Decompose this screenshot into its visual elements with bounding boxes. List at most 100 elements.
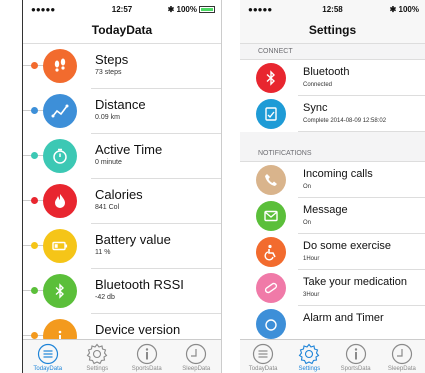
- stopwatch-icon: [43, 139, 77, 173]
- item-title: Bluetooth: [303, 66, 350, 78]
- divider: [298, 131, 425, 132]
- list-item[interactable]: Bluetooth RSSI -42 db: [23, 269, 221, 314]
- tab-label: TodayData: [248, 366, 278, 372]
- settings-item[interactable]: Message On: [240, 198, 425, 234]
- route-icon: [43, 94, 77, 128]
- list-item[interactable]: Distance 0.09 km: [23, 89, 221, 134]
- pill-icon: [256, 273, 286, 303]
- page-title: TodayData: [23, 20, 221, 44]
- tab-todaydata[interactable]: TodayData: [23, 340, 73, 373]
- item-title: Active Time: [95, 142, 163, 157]
- item-subtitle: On: [303, 184, 312, 190]
- item-title: Message: [303, 204, 348, 216]
- battery-text: ✱ 100%: [389, 5, 419, 14]
- item-subtitle: On: [303, 220, 312, 226]
- list-icon: [23, 343, 73, 365]
- today-data-screen: ●●●●● 12:57 ✱ 100% TodayData Steps 73 ste…: [22, 0, 222, 373]
- color-dot: [31, 332, 38, 339]
- item-subtitle: Complete 2014-08-09 12:58:02: [303, 118, 387, 124]
- page-title: Settings: [240, 20, 425, 44]
- list-item[interactable]: Battery value 11 %: [23, 224, 221, 269]
- tab-sleepdata[interactable]: SleepData: [379, 340, 425, 373]
- item-title: Incoming calls: [303, 168, 373, 180]
- tab-label: Settings: [298, 366, 321, 372]
- info-icon: [43, 319, 77, 339]
- alarm-icon: [256, 309, 286, 339]
- settings-item[interactable]: Sync Complete 2014-08-09 12:58:02: [240, 96, 425, 132]
- tab-todaydata[interactable]: TodayData: [240, 340, 286, 373]
- item-title: Device version: [95, 322, 181, 337]
- bluetooth-icon: [43, 274, 77, 308]
- list-item[interactable]: Device version: [23, 314, 221, 339]
- list-icon: [240, 343, 286, 365]
- footprints-icon: [43, 49, 77, 83]
- item-title: Distance: [95, 97, 146, 112]
- item-title: Take your medication: [303, 276, 407, 288]
- battery-indicator: ✱ 100%: [390, 5, 419, 14]
- item-title: Sync: [303, 102, 328, 114]
- exercise-icon: [256, 237, 286, 267]
- battery-text: ✱ 100%: [167, 5, 197, 14]
- color-dot: [31, 242, 38, 249]
- item-title: Steps: [95, 52, 129, 67]
- tab-label: TodayData: [33, 366, 63, 372]
- flame-icon: [43, 184, 77, 218]
- gear-icon: [73, 343, 123, 365]
- list-item[interactable]: Steps 73 steps: [23, 44, 221, 89]
- tab-settings[interactable]: Settings: [286, 340, 332, 373]
- color-dot: [31, 107, 38, 114]
- clock-icon: [379, 343, 425, 365]
- settings-item[interactable]: Do some exercise 1Hour: [240, 234, 425, 270]
- color-dot: [31, 62, 38, 69]
- battery-indicator: ✱ 100%: [168, 5, 215, 14]
- item-title: Do some exercise: [303, 240, 392, 252]
- item-subtitle: 3Hour: [303, 292, 320, 298]
- color-dot: [31, 287, 38, 294]
- message-icon: [256, 201, 286, 231]
- bluetooth-icon: [256, 63, 286, 93]
- status-bar: ●●●●● 12:57 ✱ 100%: [23, 0, 221, 20]
- settings-item[interactable]: Alarm and Timer: [240, 306, 425, 339]
- tab-label: Settings: [86, 366, 109, 372]
- tab-label: SportsData: [131, 366, 162, 372]
- sync-icon: [256, 99, 286, 129]
- battery-icon: [199, 6, 215, 13]
- item-title: Bluetooth RSSI: [95, 277, 184, 292]
- list-item[interactable]: Active Time 0 minute: [23, 134, 221, 179]
- tab-sportsdata[interactable]: SportsData: [122, 340, 172, 373]
- item-title: Calories: [95, 187, 143, 202]
- tab-sleepdata[interactable]: SleepData: [172, 340, 222, 373]
- settings-item[interactable]: Bluetooth Connected: [240, 60, 425, 96]
- tab-label: SleepData: [387, 366, 416, 372]
- battery-icon: [43, 229, 77, 263]
- settings-item[interactable]: Take your medication 3Hour: [240, 270, 425, 306]
- tab-settings[interactable]: Settings: [73, 340, 123, 373]
- item-subtitle: 1Hour: [303, 256, 320, 262]
- item-value: 0 minute: [95, 159, 122, 166]
- color-dot: [31, 197, 38, 204]
- section-header: CONNECT: [240, 44, 425, 60]
- status-bar: ●●●●● 12:58 ✱ 100%: [240, 0, 425, 20]
- item-subtitle: Connected: [303, 82, 333, 88]
- section-header: NOTIFICATIONS: [240, 146, 425, 162]
- tab-bar: TodayData Settings SportsData SleepData: [240, 339, 425, 373]
- settings-item[interactable]: Incoming calls On: [240, 162, 425, 198]
- section-gap: [240, 132, 425, 146]
- item-title: Alarm and Timer: [303, 312, 384, 324]
- gear-icon: [286, 343, 332, 365]
- tab-sportsdata[interactable]: SportsData: [333, 340, 379, 373]
- today-data-list: Steps 73 steps Distance 0.09 km Active Time 0…: [23, 44, 221, 339]
- settings-screen: ●●●●● 12:58 ✱ 100% Settings CONNECT Bluet…: [240, 0, 425, 373]
- tab-label: SportsData: [340, 366, 371, 372]
- settings-list: CONNECT Bluetooth Connected Sync Complete 20…: [240, 44, 425, 339]
- info-icon: [333, 343, 379, 365]
- list-item[interactable]: Calories 841 Col: [23, 179, 221, 224]
- item-value: 0.09 km: [95, 114, 120, 121]
- item-value: 73 steps: [95, 69, 122, 76]
- color-dot: [31, 152, 38, 159]
- clock-icon: [172, 343, 222, 365]
- tab-bar: TodayData Settings SportsData SleepData: [23, 339, 221, 373]
- tab-label: SleepData: [182, 366, 211, 372]
- item-value: 841 Col: [95, 204, 120, 211]
- info-icon: [122, 343, 172, 365]
